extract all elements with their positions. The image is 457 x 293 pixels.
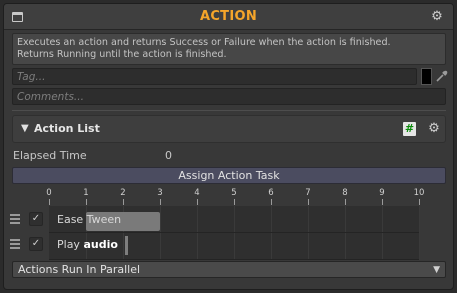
gear-icon[interactable]: ⚙	[428, 122, 440, 135]
elapsed-time-value: 0	[165, 149, 172, 162]
timeline-tick-label: 3	[157, 188, 163, 198]
timeline-tick-label: 8	[342, 188, 348, 198]
description-line-2: Returns Running until the action is fini…	[17, 49, 227, 60]
timeline-tick-mark	[382, 199, 383, 205]
drag-handle-icon[interactable]	[10, 214, 20, 224]
action-row-play-audio[interactable]: ✓ Play audio	[4, 233, 453, 257]
action-inspector-panel: ACTION ⚙ Executes an action and returns …	[3, 3, 454, 290]
timeline-tick-mark	[234, 199, 235, 205]
drag-handle-icon[interactable]	[10, 239, 20, 249]
run-mode-dropdown[interactable]: Actions Run In Parallel ▼	[12, 261, 446, 278]
action-list-header[interactable]: ▼ Action List # ⚙	[12, 115, 446, 143]
eyedropper-icon[interactable]	[435, 69, 449, 83]
action-name: Play audio	[57, 238, 118, 251]
timeline-tick-mark	[123, 199, 124, 205]
timeline-tick-label: 9	[379, 188, 385, 198]
timeline-tick-mark	[271, 199, 272, 205]
timeline-tick-label: 10	[413, 188, 425, 198]
timeline-tick-label: 4	[194, 188, 200, 198]
timeline-row-divider	[49, 259, 419, 260]
action-list-label: Action List	[34, 122, 100, 135]
comments-input[interactable]: Comments...	[12, 88, 446, 105]
description-box: Executes an action and returns Success o…	[12, 33, 446, 65]
run-mode-selected: Actions Run In Parallel	[18, 263, 141, 276]
panel-title: ACTION	[199, 9, 258, 24]
timeline-tick-label: 2	[120, 188, 126, 198]
gear-icon[interactable]: ⚙	[431, 10, 443, 23]
timeline-tick-mark	[419, 199, 420, 205]
tag-input[interactable]: Tag...	[12, 68, 417, 85]
timeline-tick-label: 6	[268, 188, 274, 198]
assign-action-task-button[interactable]: Assign Action Task	[12, 167, 446, 184]
description-line-1: Executes an action and returns Success o…	[17, 37, 391, 48]
action-row-ease-tween[interactable]: ✓ Ease Tween	[4, 208, 453, 232]
action-marker-bar[interactable]	[124, 236, 128, 255]
action-name: Ease Tween	[57, 213, 122, 226]
timeline-tick-mark	[160, 199, 161, 205]
timeline-tick-label: 5	[231, 188, 237, 198]
timeline-tick-mark	[308, 199, 309, 205]
timeline-tick-mark	[345, 199, 346, 205]
hash-icon[interactable]: #	[403, 122, 416, 136]
collapse-triangle-icon[interactable]: ▼	[21, 123, 29, 134]
tag-color-swatch[interactable]	[421, 68, 432, 85]
timeline-tick-mark	[197, 199, 198, 205]
divider	[12, 110, 446, 111]
dropdown-arrow-icon: ▼	[433, 265, 440, 275]
timeline-tick-label: 0	[46, 188, 52, 198]
header: ACTION ⚙	[4, 4, 453, 30]
timeline-tick-label: 7	[305, 188, 311, 198]
enabled-checkbox[interactable]: ✓	[29, 237, 43, 251]
timeline-tick-label: 1	[83, 188, 89, 198]
timeline-ruler: 0 1 2 3 4 5 6 7 8 9 10	[4, 186, 453, 206]
timeline-tick-mark	[86, 199, 87, 205]
elapsed-time-label: Elapsed Time	[13, 149, 87, 162]
timeline-tick-mark	[49, 199, 50, 205]
enabled-checkbox[interactable]: ✓	[29, 212, 43, 226]
